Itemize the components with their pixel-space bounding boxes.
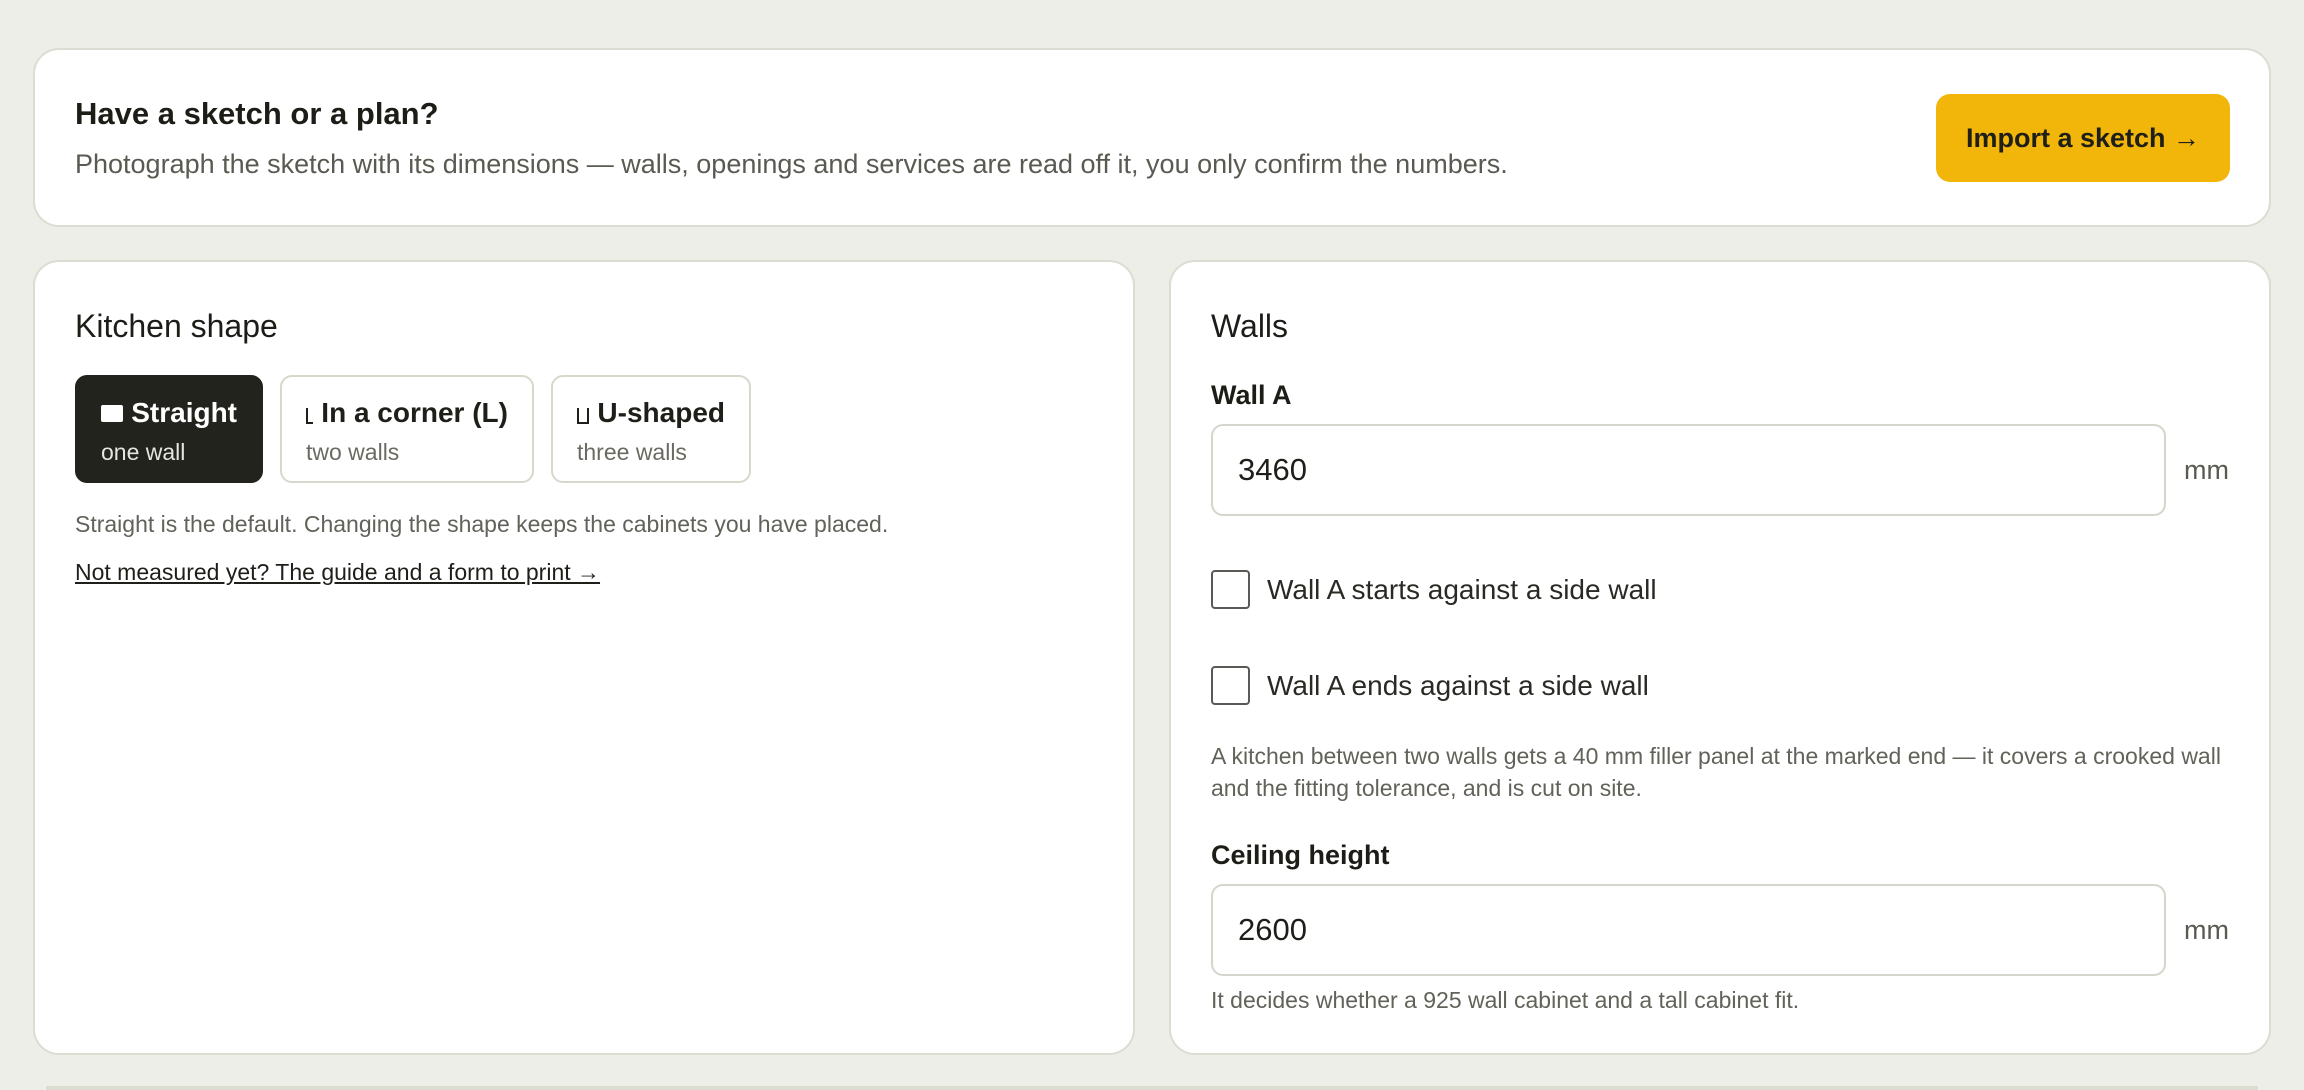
walls-card: Walls Wall A mm Wall A starts against a … [1169, 260, 2271, 1055]
u-shape-icon [577, 408, 590, 424]
ceiling-height-unit: mm [2184, 915, 2229, 945]
starts-against-wall-checkbox[interactable] [1211, 570, 1250, 609]
banner-title: Have a sketch or a plan? [75, 96, 439, 131]
filler-panel-note: A kitchen between two walls gets a 40 mm… [1211, 743, 2221, 801]
shape-options: Straight one wall In a corner (L) two wa… [75, 375, 751, 483]
kitchen-shape-title: Kitchen shape [75, 308, 278, 344]
next-card-edge [46, 1086, 2258, 1090]
starts-against-wall-label: Wall A starts against a side wall [1267, 573, 1657, 605]
shape-option-corner[interactable]: In a corner (L) two walls [280, 375, 534, 483]
kitchen-shape-card: Kitchen shape Straight one wall In a cor… [33, 260, 1135, 1055]
ends-against-wall-checkbox[interactable] [1211, 666, 1250, 705]
wall-a-label: Wall A [1211, 380, 1292, 410]
ends-against-wall-label: Wall A ends against a side wall [1267, 669, 1649, 701]
shape-option-label: U-shaped [597, 397, 725, 428]
corner-l-icon [306, 408, 314, 424]
walls-title: Walls [1211, 308, 1289, 344]
shape-option-sub: two walls [306, 439, 400, 465]
shape-option-sub: one wall [101, 439, 186, 465]
banner-subtitle: Photograph the sketch with its dimension… [75, 149, 1508, 179]
shape-option-straight[interactable]: Straight one wall [75, 375, 263, 483]
rectangle-icon [101, 404, 124, 422]
shape-note: Straight is the default. Changing the sh… [75, 511, 889, 537]
shape-option-sub: three walls [577, 439, 687, 465]
wall-a-input[interactable] [1211, 424, 2166, 516]
shape-option-label: Straight [131, 397, 237, 428]
shape-option-u-shaped[interactable]: U-shaped three walls [551, 375, 751, 483]
measuring-guide-link[interactable]: Not measured yet? The guide and a form t… [75, 559, 600, 586]
wall-a-unit: mm [2184, 455, 2229, 485]
shape-option-label: In a corner (L) [321, 397, 508, 428]
ends-against-wall-row[interactable]: Wall A ends against a side wall [1211, 666, 1649, 705]
starts-against-wall-row[interactable]: Wall A starts against a side wall [1211, 570, 1657, 609]
sketch-import-banner: Have a sketch or a plan? Photograph the … [33, 48, 2271, 227]
import-sketch-button[interactable]: Import a sketch → [1936, 94, 2230, 182]
ceiling-height-label: Ceiling height [1211, 840, 1390, 870]
ceiling-height-input[interactable] [1211, 884, 2166, 976]
ceiling-height-note: It decides whether a 925 wall cabinet an… [1211, 987, 1800, 1013]
